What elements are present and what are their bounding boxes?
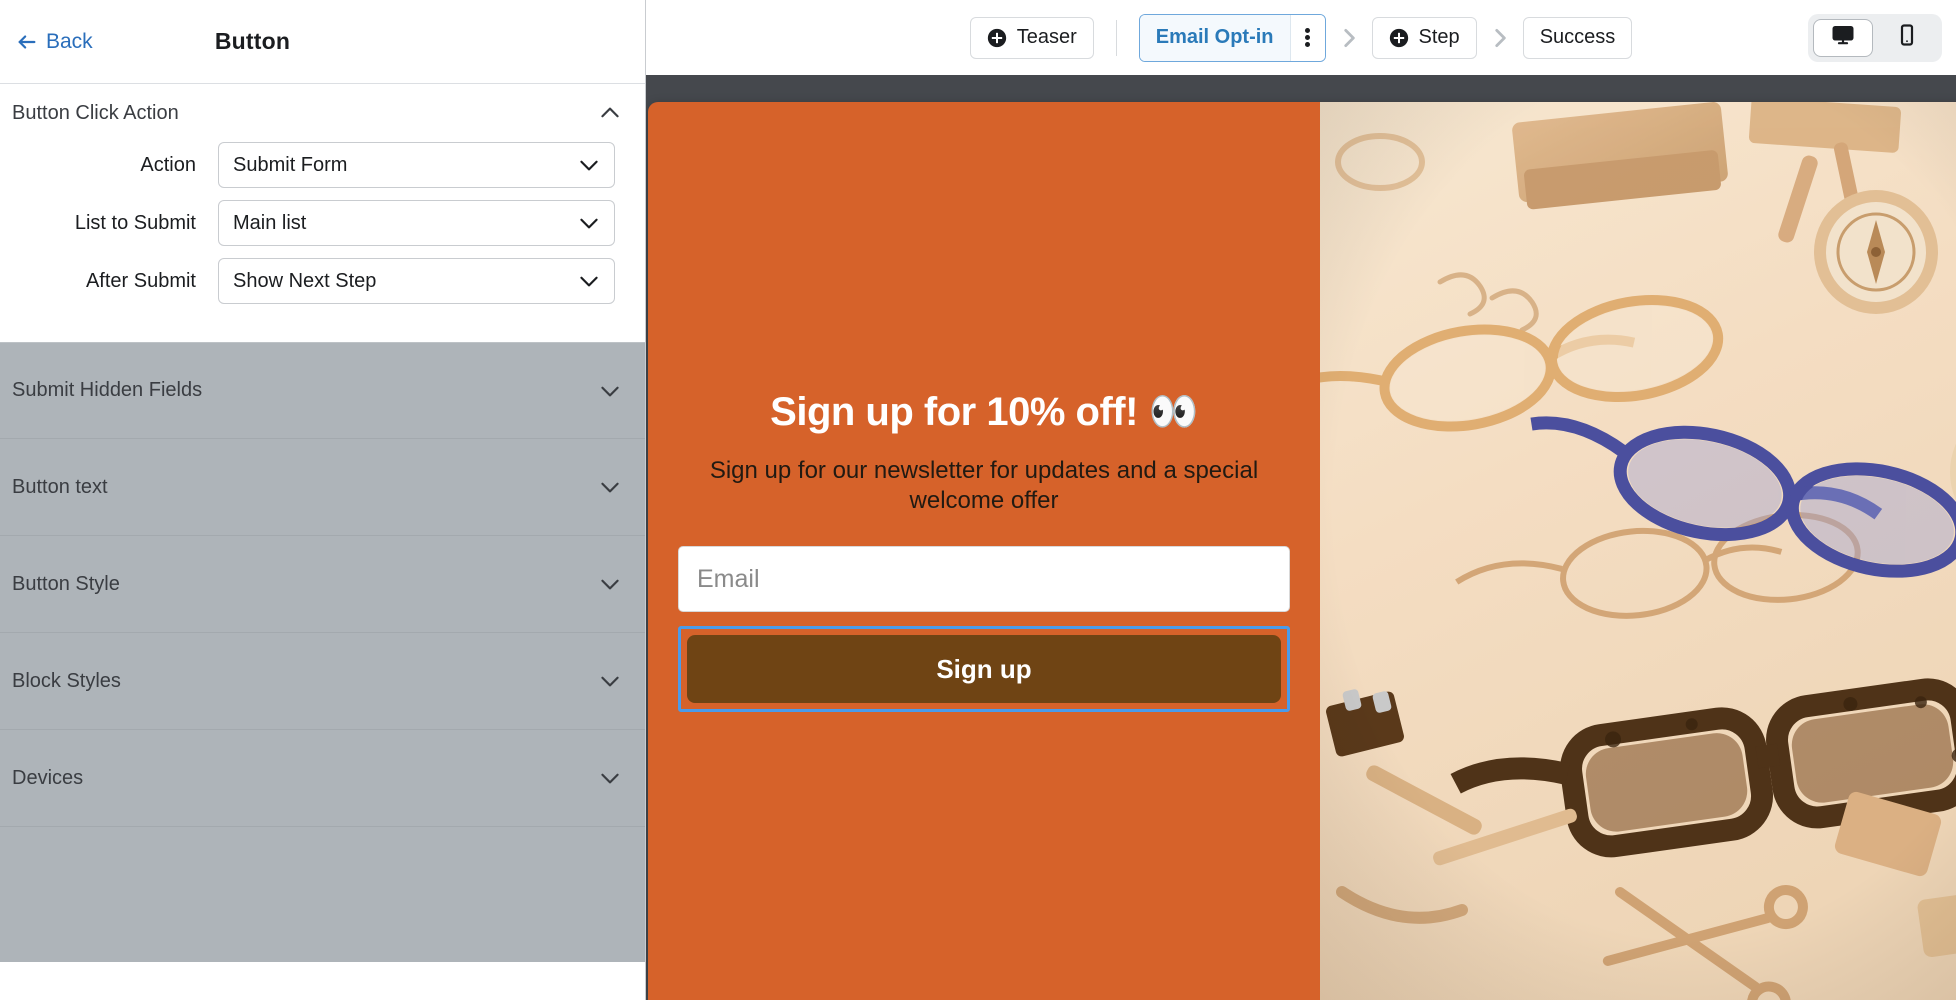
selected-block-outline: Sign up [678, 626, 1290, 712]
desktop-monitor-icon [1831, 23, 1855, 52]
popup-preview: Sign up for 10% off! 👀 Sign up for our n… [648, 102, 1956, 1000]
step-tab-label: Email Opt-in [1139, 14, 1290, 61]
device-toggle-desktop[interactable] [1813, 18, 1873, 57]
signup-submit-button[interactable]: Sign up [687, 635, 1281, 703]
chevron-down-icon [597, 668, 623, 694]
chevron-right-icon [1336, 25, 1362, 51]
accordion-button-click-action: Button Click Action Action Submit Form L… [0, 84, 645, 342]
accordion-title: Block Styles [12, 669, 121, 692]
step-tab-email-opt-in[interactable]: Email Opt-in [1138, 13, 1326, 62]
accordion-title: Button text [12, 475, 108, 498]
accordion-header-devices[interactable]: Devices [0, 730, 645, 827]
accordion-header-submit-hidden-fields[interactable]: Submit Hidden Fields [0, 342, 645, 439]
field-label-action: Action [140, 153, 196, 176]
editor-pane: Teaser Email Opt-in Step Success Sign up… [646, 0, 1956, 1000]
back-button[interactable]: Back [8, 24, 101, 60]
accordion-title: Button Style [12, 572, 120, 595]
list-to-submit-select[interactable]: Main list [218, 200, 615, 246]
chevron-down-icon [576, 268, 602, 294]
field-action: Action Submit Form [0, 142, 645, 188]
device-toggle-mobile[interactable] [1877, 19, 1937, 57]
popup-subheadline: Sign up for our newsletter for updates a… [709, 457, 1259, 514]
action-select-value: Submit Form [233, 153, 348, 176]
popup-content-column: Sign up for 10% off! 👀 Sign up for our n… [648, 102, 1320, 1000]
step-tab-success-label: Success [1539, 26, 1616, 48]
plus-circle-icon [987, 28, 1007, 48]
toolbar-divider [1115, 19, 1117, 56]
accordion-header-button-style[interactable]: Button Style [0, 536, 645, 633]
list-to-submit-select-value: Main list [233, 211, 307, 234]
add-step-button[interactable]: Step [1371, 16, 1477, 59]
mobile-phone-icon [1895, 23, 1919, 52]
accordion-header-button-text[interactable]: Button text [0, 439, 645, 536]
editor-toolbar: Teaser Email Opt-in Step Success [646, 0, 1956, 75]
arrow-left-icon [16, 31, 38, 53]
chevron-right-icon [1487, 25, 1513, 51]
field-label-list-to-submit: List to Submit [74, 211, 196, 234]
device-preview-toggle [1808, 13, 1942, 62]
accordion-title: Button Click Action [12, 101, 179, 124]
kebab-dot [1305, 28, 1311, 33]
step-tab-success[interactable]: Success [1522, 16, 1633, 59]
popup-headline: Sign up for 10% off! 👀 [770, 390, 1198, 434]
sidebar-header: Back Button [0, 0, 645, 84]
after-submit-select[interactable]: Show Next Step [218, 258, 615, 304]
action-select[interactable]: Submit Form [218, 142, 615, 188]
chevron-down-icon [576, 152, 602, 178]
accordion-title: Submit Hidden Fields [12, 379, 203, 401]
field-after-submit: After Submit Show Next Step [0, 258, 645, 304]
preview-canvas: Sign up for 10% off! 👀 Sign up for our n… [646, 75, 1956, 1000]
add-teaser-button[interactable]: Teaser [969, 16, 1094, 59]
add-step-label: Step [1418, 26, 1460, 48]
kebab-dot [1305, 42, 1311, 47]
chevron-down-icon [597, 765, 623, 791]
eyeglasses-desk-photo [1320, 102, 1956, 1000]
after-submit-select-value: Show Next Step [233, 269, 377, 292]
field-list-to-submit: List to Submit Main list [0, 200, 645, 246]
popup-image-column [1320, 102, 1956, 1000]
chevron-down-icon [597, 378, 623, 404]
kebab-dot [1305, 35, 1311, 40]
accordion-title: Devices [12, 766, 84, 789]
app-root: Back Button Button Click Action Action S… [0, 0, 1956, 1000]
settings-sidebar: Back Button Button Click Action Action S… [0, 0, 646, 1000]
chevron-down-icon [597, 571, 623, 597]
add-teaser-label: Teaser [1016, 26, 1077, 48]
accordion-header-button-click-action[interactable]: Button Click Action [0, 84, 645, 142]
collapsed-accordion-list: Submit Hidden Fields Button text Button … [0, 342, 645, 962]
email-input[interactable]: Email [678, 546, 1290, 612]
accordion-header-block-styles[interactable]: Block Styles [0, 633, 645, 730]
plus-circle-icon [1389, 28, 1409, 48]
chevron-up-icon [597, 100, 623, 126]
chevron-down-icon [597, 474, 623, 500]
back-label: Back [46, 29, 93, 53]
field-label-after-submit: After Submit [85, 269, 196, 292]
chevron-down-icon [576, 210, 602, 236]
step-options-kebab-icon[interactable] [1289, 14, 1325, 61]
